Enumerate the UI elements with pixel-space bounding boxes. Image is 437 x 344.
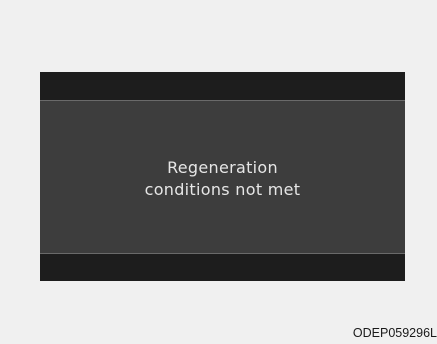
- figure-panel: Regeneration conditions not met ODEP0592…: [0, 0, 437, 344]
- warning-message-line-2: conditions not met: [144, 180, 301, 199]
- figure-code: ODEP059296L: [352, 326, 437, 340]
- display-bottom-bar: [40, 254, 405, 281]
- warning-message-line-1: Regeneration: [167, 158, 278, 177]
- display-top-bar: [40, 72, 405, 100]
- warning-message: Regeneration conditions not met: [145, 157, 301, 201]
- cluster-display: Regeneration conditions not met: [40, 72, 405, 281]
- display-screen: Regeneration conditions not met: [40, 101, 405, 253]
